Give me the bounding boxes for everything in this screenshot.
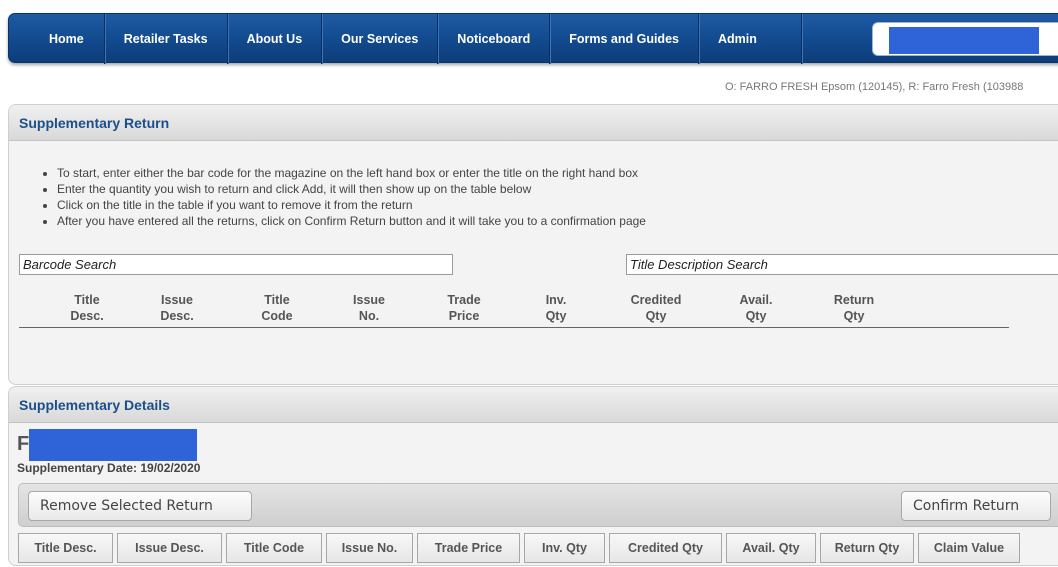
- organisation-line: O: FARRO FRESH Epsom (120145), R: Farro …: [725, 81, 1024, 93]
- action-button-bar: Remove Selected Return Confirm Return: [18, 483, 1058, 527]
- nav-search-box[interactable]: [872, 22, 1058, 56]
- nav-forms-and-guides[interactable]: Forms and Guides: [550, 14, 699, 64]
- details-table-header: Title Desc. Issue Desc. Title Code Issue…: [18, 533, 1058, 567]
- th-trade-price[interactable]: Trade Price: [417, 533, 520, 563]
- nav-retailer-tasks[interactable]: Retailer Tasks: [105, 14, 228, 64]
- instruction-item: To start, enter either the bar code for …: [57, 165, 646, 181]
- title-description-search-input[interactable]: [626, 254, 1058, 275]
- nav-noticeboard[interactable]: Noticeboard: [438, 14, 551, 64]
- barcode-search-input[interactable]: [19, 254, 453, 275]
- col-inv-qty: Inv. Qty: [545, 293, 567, 323]
- nav-home[interactable]: Home: [27, 14, 105, 64]
- redacted-block: [889, 27, 1039, 54]
- th-claim-value[interactable]: Claim Value: [918, 533, 1020, 563]
- col-title-code: Title Code: [261, 293, 293, 323]
- redacted-block: [29, 429, 197, 461]
- th-inv-qty[interactable]: Inv. Qty: [524, 533, 605, 563]
- retailer-name: F: [17, 433, 30, 455]
- instruction-item: Click on the title in the table if you w…: [57, 197, 646, 213]
- col-title-desc: Title Desc.: [70, 293, 104, 323]
- supplementary-details-panel: Supplementary Details F Supplementary Da…: [8, 386, 1058, 566]
- col-return-qty: Return Qty: [833, 293, 875, 323]
- th-return-qty[interactable]: Return Qty: [820, 533, 914, 563]
- col-avail-qty: Avail. Qty: [739, 293, 773, 323]
- instruction-item: Enter the quantity you wish to return an…: [57, 181, 646, 197]
- th-avail-qty[interactable]: Avail. Qty: [726, 533, 816, 563]
- col-issue-desc: Issue Desc.: [160, 293, 194, 323]
- return-table-header: Title Desc. Issue Desc. Title Code Issue No.…: [19, 292, 1009, 328]
- th-title-desc[interactable]: Title Desc.: [18, 533, 113, 563]
- confirm-return-button[interactable]: Confirm Return: [901, 491, 1051, 521]
- supplementary-date-value: 19/02/2020: [140, 461, 201, 475]
- th-issue-desc[interactable]: Issue Desc.: [117, 533, 222, 563]
- nav-items: Home Retailer Tasks About Us Our Service…: [27, 14, 802, 64]
- col-trade-price: Trade Price: [447, 293, 481, 323]
- supplementary-date: Supplementary Date: 19/02/2020: [17, 461, 200, 475]
- supplementary-date-label: Supplementary Date:: [17, 461, 138, 475]
- main-nav-bar: Home Retailer Tasks About Us Our Service…: [8, 13, 1058, 64]
- remove-selected-return-button[interactable]: Remove Selected Return: [28, 491, 252, 521]
- nav-admin[interactable]: Admin: [699, 14, 802, 64]
- nav-our-services[interactable]: Our Services: [322, 14, 439, 64]
- nav-about-us[interactable]: About Us: [228, 14, 323, 64]
- col-issue-no: Issue No.: [353, 293, 385, 323]
- supplementary-return-panel: Supplementary Return To start, enter eit…: [8, 104, 1058, 385]
- panel-title: Supplementary Details: [9, 387, 1058, 423]
- panel-title: Supplementary Return: [9, 105, 1058, 141]
- th-title-code[interactable]: Title Code: [226, 533, 322, 563]
- th-credited-qty[interactable]: Credited Qty: [609, 533, 722, 563]
- instructions-list: To start, enter either the bar code for …: [39, 165, 646, 229]
- col-credited-qty: Credited Qty: [630, 293, 682, 323]
- th-issue-no[interactable]: Issue No.: [326, 533, 413, 563]
- instruction-item: After you have entered all the returns, …: [57, 213, 646, 229]
